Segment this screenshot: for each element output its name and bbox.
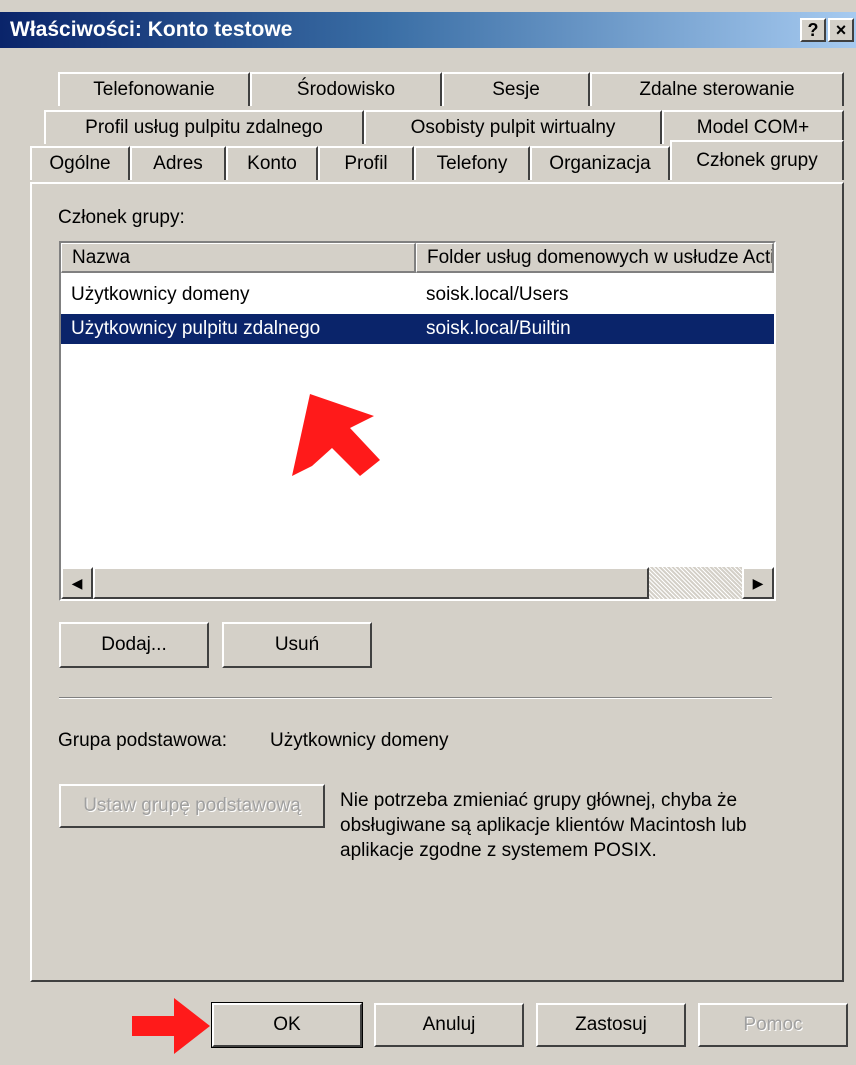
primary-group-description: Nie potrzeba zmieniać grupy głównej, chy…: [340, 790, 747, 861]
tab-konto[interactable]: Konto: [226, 146, 318, 180]
tab-profil[interactable]: Profil: [318, 146, 414, 180]
tab-model-com[interactable]: Model COM+: [662, 110, 844, 144]
set-primary-group-button[interactable]: Ustaw grupę podstawową: [59, 784, 325, 828]
apply-button[interactable]: Zastosuj: [536, 1003, 686, 1047]
tab-ogolne[interactable]: Ogólne: [30, 146, 130, 180]
annotation-arrow-icon: [292, 394, 380, 476]
cancel-button[interactable]: Anuluj: [374, 1003, 524, 1047]
tab-adres[interactable]: Adres: [130, 146, 226, 180]
column-header-folder[interactable]: Folder usług domenowych w usłudze Active…: [416, 243, 774, 273]
row-folder: soisk.local/Users: [426, 284, 569, 305]
separator: [59, 697, 772, 699]
close-icon[interactable]: ×: [828, 18, 854, 42]
annotation-arrow-icon: [132, 998, 210, 1054]
row-name: Użytkownicy domeny: [71, 284, 250, 305]
members-label: Członek grupy:: [58, 207, 185, 228]
help-button[interactable]: Pomoc: [698, 1003, 848, 1047]
scrollbar-thumb[interactable]: [93, 567, 649, 599]
add-button[interactable]: Dodaj...: [59, 622, 209, 668]
scroll-right-icon[interactable]: ▶: [742, 567, 774, 599]
members-list[interactable]: Nazwa Folder usług domenowych w usłudze …: [59, 241, 776, 601]
tab-organizacja[interactable]: Organizacja: [530, 146, 670, 180]
tab-profil-uslug-pulpitu[interactable]: Profil usług pulpitu zdalnego: [44, 110, 364, 144]
horizontal-scrollbar[interactable]: ◀ ▶: [61, 567, 774, 599]
row-folder: soisk.local/Builtin: [426, 318, 571, 339]
tab-sesje[interactable]: Sesje: [442, 72, 590, 106]
ok-button[interactable]: OK: [211, 1002, 363, 1048]
properties-dialog: Właściwości: Konto testowe ? × Telefonow…: [0, 0, 856, 1065]
column-header-name[interactable]: Nazwa: [61, 243, 416, 273]
tab-telefonowanie[interactable]: Telefonowanie: [58, 72, 250, 106]
scroll-left-icon[interactable]: ◀: [61, 567, 93, 599]
table-row[interactable]: Użytkownicy domeny soisk.local/Users: [61, 280, 774, 310]
tab-zdalne-sterowanie[interactable]: Zdalne sterowanie: [590, 72, 844, 106]
window-title: Właściwości: Konto testowe: [10, 18, 293, 41]
primary-group-value: Użytkownicy domeny: [270, 730, 449, 751]
remove-button[interactable]: Usuń: [222, 622, 372, 668]
primary-group-label: Grupa podstawowa:: [58, 730, 227, 751]
tab-telefony[interactable]: Telefony: [414, 146, 530, 180]
title-bar[interactable]: Właściwości: Konto testowe ? ×: [0, 12, 856, 48]
help-icon[interactable]: ?: [800, 18, 826, 42]
tab-czlonek-grupy[interactable]: Członek grupy: [670, 140, 844, 180]
row-name: Użytkownicy pulpitu zdalnego: [71, 318, 321, 339]
table-row-selected[interactable]: Użytkownicy pulpitu zdalnego soisk.local…: [61, 314, 774, 344]
tab-osobisty-pulpit[interactable]: Osobisty pulpit wirtualny: [364, 110, 662, 144]
tab-srodowisko[interactable]: Środowisko: [250, 72, 442, 106]
